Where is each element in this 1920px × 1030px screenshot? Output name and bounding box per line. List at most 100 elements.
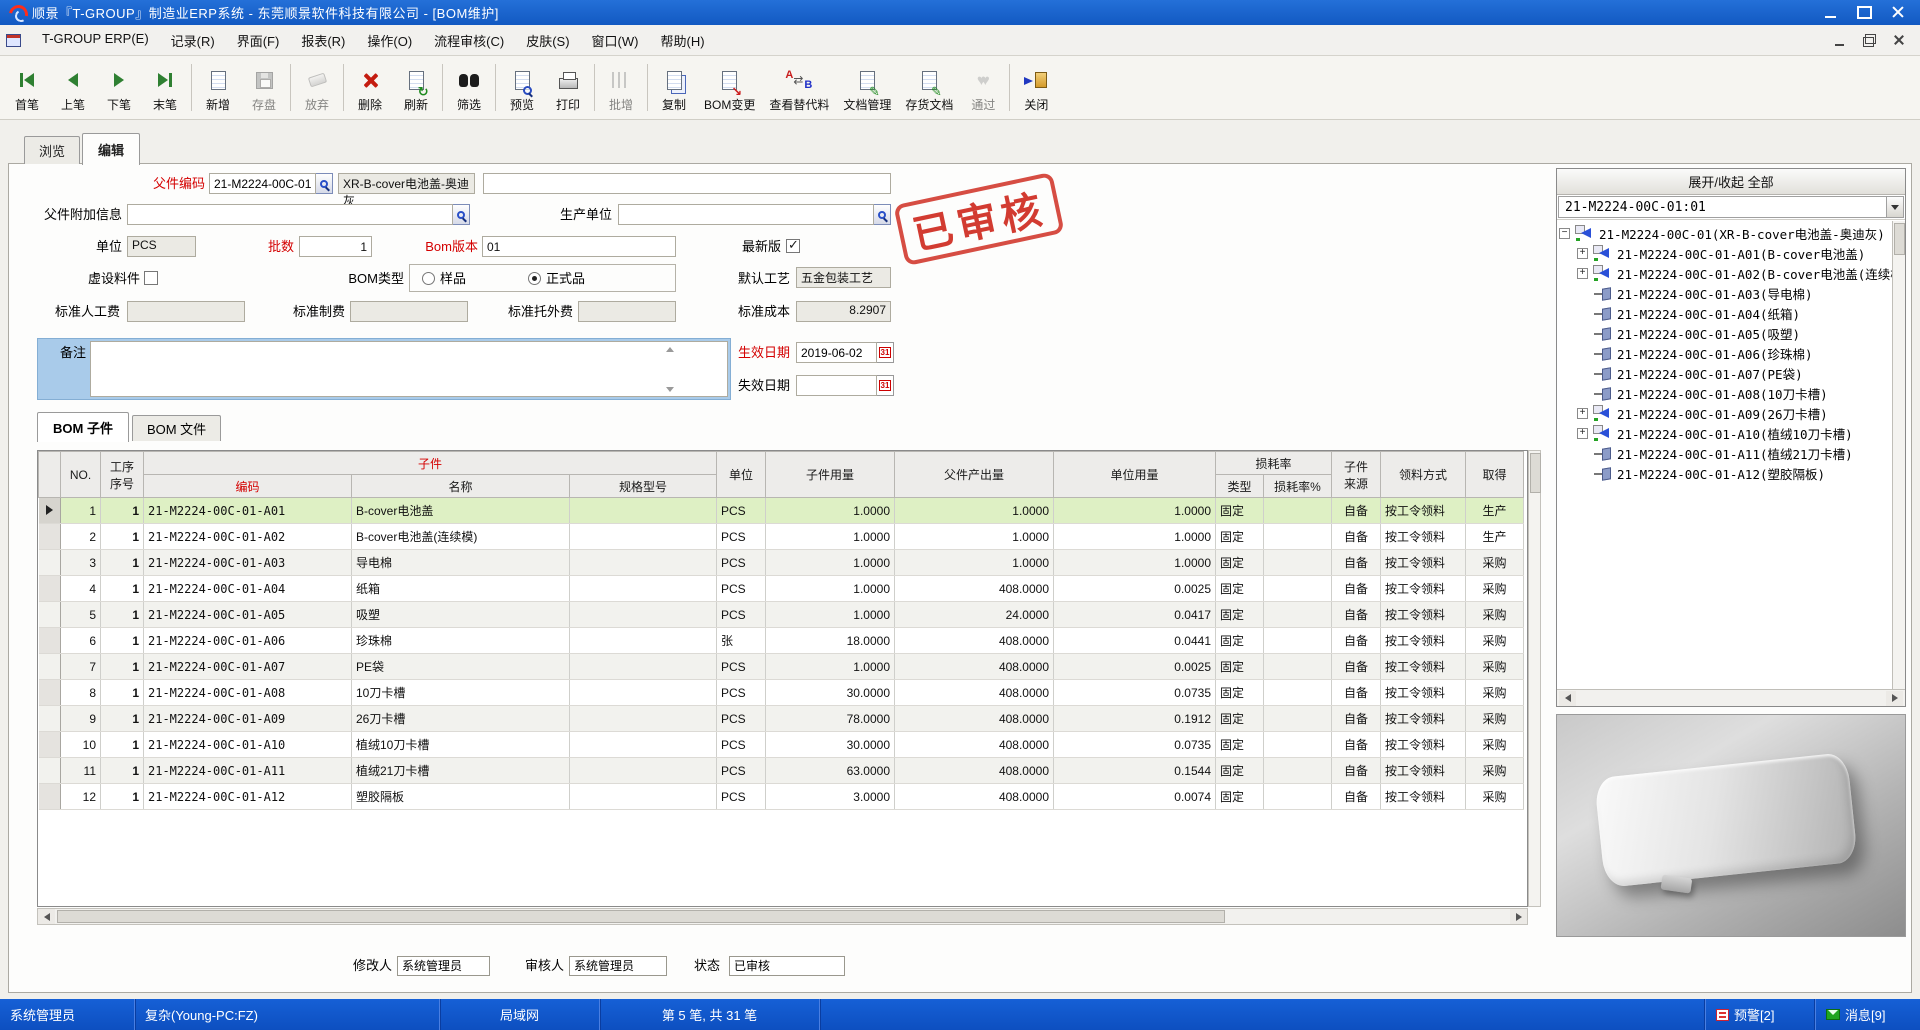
prod-unit-input[interactable] <box>618 204 874 225</box>
maximize-button[interactable] <box>1850 3 1878 22</box>
table-row[interactable]: 5121-M2224-00C-01-A05吸塑PCS1.000024.00000… <box>39 602 1524 628</box>
toolbar-refresh-button[interactable]: ↻刷新 <box>393 58 439 117</box>
mdi-close-button[interactable] <box>1888 32 1910 49</box>
toolbar-last-button[interactable]: 末笔 <box>142 58 188 117</box>
toolbar-close-button[interactable]: 关闭 <box>1013 58 1059 117</box>
tab-browse[interactable]: 浏览 <box>24 136 80 164</box>
mdi-restore-button[interactable] <box>1858 32 1880 49</box>
tab-edit[interactable]: 编辑 <box>82 133 140 165</box>
table-row[interactable]: 3121-M2224-00C-01-A03导电棉PCS1.00001.00001… <box>39 550 1524 576</box>
menu-item[interactable]: 操作(O) <box>356 27 423 54</box>
tree-node[interactable]: 21-M2224-00C-01-A12(塑胶隔板) <box>1559 463 1892 483</box>
tree-node[interactable]: 21-M2224-00C-01-A06(珍珠棉) <box>1559 343 1892 363</box>
menu-item[interactable]: 报表(R) <box>290 27 356 54</box>
tree-expander[interactable]: + <box>1577 268 1588 279</box>
toolbar-next-button[interactable]: 下笔 <box>96 58 142 117</box>
tree-node[interactable]: 21-M2224-00C-01-A11(植绒21刀卡槽) <box>1559 443 1892 463</box>
scrollbar-thumb[interactable] <box>57 910 1225 923</box>
toolbar-new-button[interactable]: 新增 <box>195 58 241 117</box>
parent-code-input[interactable] <box>209 173 316 194</box>
table-row[interactable]: 10121-M2224-00C-01-A10植绒10刀卡槽PCS30.00004… <box>39 732 1524 758</box>
scroll-left-icon[interactable] <box>1559 691 1576 706</box>
mdi-minimize-button[interactable] <box>1828 32 1850 49</box>
bom-version-input[interactable] <box>482 236 676 257</box>
menu-item[interactable]: 皮肤(S) <box>515 27 580 54</box>
tree-vertical-scrollbar[interactable] <box>1892 221 1905 689</box>
chevron-down-icon[interactable] <box>1886 196 1904 218</box>
menu-item[interactable]: 界面(F) <box>226 27 291 54</box>
table-vertical-scrollbar[interactable] <box>1528 450 1541 907</box>
parent-extra-field[interactable] <box>483 173 891 194</box>
scroll-down-icon[interactable] <box>666 387 674 392</box>
tree-node[interactable]: 21-M2224-00C-01-A08(10刀卡槽) <box>1559 383 1892 403</box>
expand-collapse-all-button[interactable]: 展开/收起 全部 <box>1557 169 1905 195</box>
tab-bom-files[interactable]: BOM 文件 <box>132 415 221 441</box>
statusbar-messages[interactable]: 消息[9] <box>1815 999 1920 1030</box>
close-button[interactable] <box>1884 3 1912 22</box>
menu-item[interactable]: T-GROUP ERP(E) <box>31 27 160 54</box>
table-row[interactable]: 6121-M2224-00C-01-A06珍珠棉张18.0000408.0000… <box>39 628 1524 654</box>
table-row[interactable]: 4121-M2224-00C-01-A04纸箱PCS1.0000408.0000… <box>39 576 1524 602</box>
tree-node[interactable]: 21-M2224-00C-01-A03(导电棉) <box>1559 283 1892 303</box>
toolbar-prev-button[interactable]: 上笔 <box>50 58 96 117</box>
toolbar-delete-button[interactable]: 删除 <box>347 58 393 117</box>
table-row[interactable]: 8121-M2224-00C-01-A0810刀卡槽PCS30.0000408.… <box>39 680 1524 706</box>
menu-item[interactable]: 窗口(W) <box>581 27 650 54</box>
tree-node[interactable]: +21-M2224-00C-01-A02(B-cover电池盖(连续模)) <box>1559 263 1892 283</box>
toolbar-bomchange-button[interactable]: ↘BOM变更 <box>697 58 762 117</box>
table-row[interactable]: 9121-M2224-00C-01-A0926刀卡槽PCS78.0000408.… <box>39 706 1524 732</box>
toolbar-copy-button[interactable]: 复制 <box>651 58 697 117</box>
tree-expander[interactable]: + <box>1577 408 1588 419</box>
table-row[interactable]: 7121-M2224-00C-01-A07PE袋PCS1.0000408.000… <box>39 654 1524 680</box>
bom-version-selector[interactable]: 21-M2224-00C-01:01 <box>1558 196 1886 218</box>
tree-node[interactable]: +21-M2224-00C-01-A10(植绒10刀卡槽) <box>1559 423 1892 443</box>
menu-item[interactable]: 记录(R) <box>160 27 226 54</box>
tree-node[interactable]: 21-M2224-00C-01-A07(PE袋) <box>1559 363 1892 383</box>
prod-unit-lookup-button[interactable] <box>874 204 891 225</box>
tree-node[interactable]: 21-M2224-00C-01-A04(纸箱) <box>1559 303 1892 323</box>
remark-textarea[interactable] <box>90 341 728 397</box>
menu-item[interactable]: 帮助(H) <box>649 27 715 54</box>
tree-expander[interactable]: + <box>1577 248 1588 259</box>
expire-date-input[interactable] <box>796 375 877 396</box>
batch-input[interactable] <box>299 236 372 257</box>
expire-calendar-button[interactable]: 31 <box>877 375 894 396</box>
table-row[interactable]: 2121-M2224-00C-01-A02B-cover电池盖(连续模)PCS1… <box>39 524 1524 550</box>
parent-code-lookup-button[interactable] <box>316 173 333 194</box>
toolbar-print-button[interactable]: 打印 <box>545 58 591 117</box>
tree-node[interactable]: +21-M2224-00C-01-A09(26刀卡槽) <box>1559 403 1892 423</box>
menu-item[interactable]: 流程审核(C) <box>423 27 515 54</box>
toolbar-preview-button[interactable]: 预览 <box>499 58 545 117</box>
bom-type-option-sample[interactable]: 样品 <box>422 265 466 292</box>
latest-version-checkbox[interactable] <box>786 239 800 253</box>
table-row[interactable]: 12121-M2224-00C-01-A12塑胶隔板PCS3.0000408.0… <box>39 784 1524 810</box>
tab-bom-children[interactable]: BOM 子件 <box>37 412 129 442</box>
toolbar-filter-button[interactable]: 筛选 <box>446 58 492 117</box>
scroll-up-icon[interactable] <box>666 347 674 352</box>
toolbar-first-button[interactable]: 首笔 <box>4 58 50 117</box>
toolbar-docmgr-button[interactable]: ✎文档管理 <box>836 58 898 117</box>
addinfo-lookup-button[interactable] <box>453 204 470 225</box>
tree-node[interactable]: 21-M2224-00C-01-A05(吸塑) <box>1559 323 1892 343</box>
tree-node[interactable]: +21-M2224-00C-01-A01(B-cover电池盖) <box>1559 243 1892 263</box>
scroll-left-icon[interactable] <box>38 909 55 924</box>
statusbar-alerts[interactable]: 预警[2] <box>1705 999 1815 1030</box>
mdi-child-icon[interactable] <box>6 34 21 47</box>
table-horizontal-scrollbar[interactable] <box>37 908 1528 925</box>
effective-date-input[interactable] <box>796 342 877 363</box>
virtual-part-checkbox[interactable] <box>144 271 158 285</box>
addinfo-input[interactable] <box>127 204 453 225</box>
bom-type-option-official[interactable]: 正式品 <box>528 265 585 292</box>
minimize-button[interactable] <box>1816 3 1844 22</box>
tree-expander[interactable]: − <box>1559 228 1570 239</box>
tree-expander[interactable]: + <box>1577 428 1588 439</box>
toolbar-stockdoc-button[interactable]: ✎存货文档 <box>898 58 960 117</box>
tree-node[interactable]: −21-M2224-00C-01(XR-B-cover电池盖-奥迪灰) <box>1559 223 1892 243</box>
effective-calendar-button[interactable]: 31 <box>877 342 894 363</box>
table-row[interactable]: 1121-M2224-00C-01-A01B-cover电池盖PCS1.0000… <box>39 498 1524 524</box>
tree-horizontal-scrollbar[interactable] <box>1557 689 1905 706</box>
table-row[interactable]: 11121-M2224-00C-01-A11植绒21刀卡槽PCS63.00004… <box>39 758 1524 784</box>
toolbar-substitute-button[interactable]: A⇄B查看替代料 <box>762 58 836 117</box>
scroll-right-icon[interactable] <box>1886 691 1903 706</box>
scroll-right-icon[interactable] <box>1510 909 1527 924</box>
